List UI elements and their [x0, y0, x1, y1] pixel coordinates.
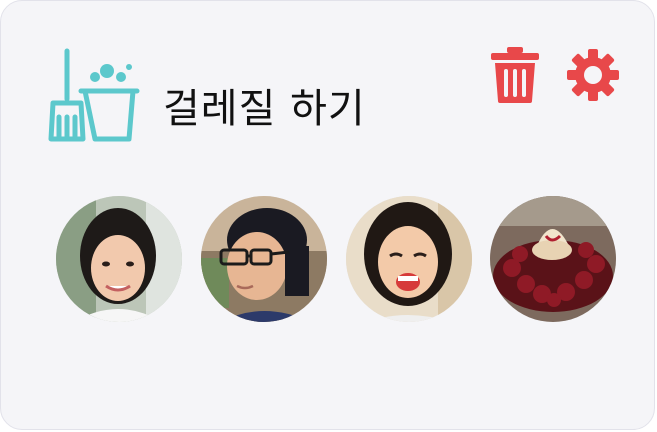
- avatar-cherry-dessert[interactable]: [490, 196, 616, 322]
- avatar-woman-smiling[interactable]: [56, 196, 182, 322]
- settings-button[interactable]: [565, 45, 621, 105]
- task-title: 걸레질 하기: [163, 86, 366, 132]
- trash-icon: [491, 47, 539, 103]
- avatar-woman-laughing[interactable]: [346, 196, 472, 322]
- delete-button[interactable]: [487, 45, 543, 105]
- gear-icon: [567, 49, 619, 101]
- avatar-man-glasses[interactable]: [201, 196, 327, 322]
- broom-bucket-icon: [45, 47, 141, 147]
- task-card: 걸레질 하기: [0, 0, 655, 430]
